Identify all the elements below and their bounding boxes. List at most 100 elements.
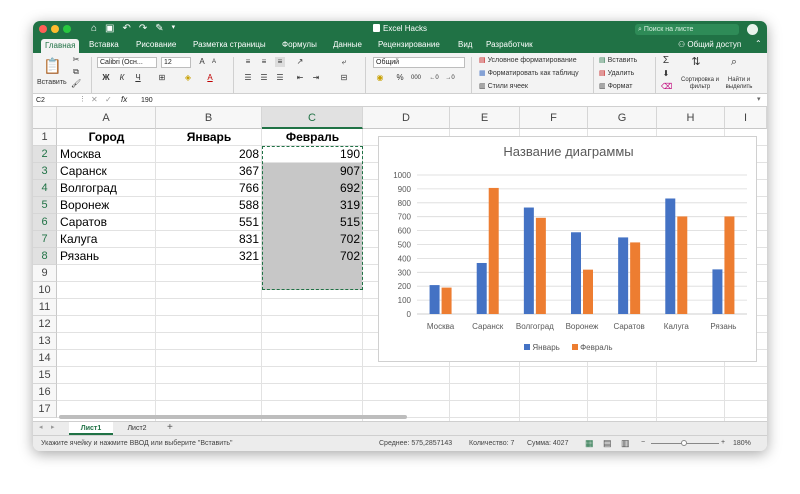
normal-view-icon[interactable]: ▦ xyxy=(585,438,594,449)
row-header-11[interactable]: 11 xyxy=(33,299,57,316)
next-sheet-icon[interactable]: ▸ xyxy=(51,423,55,431)
spreadsheet-grid[interactable]: ABCDEFGHI 1 2 3 4 5 6 7 8 9 10 11 12 13 14 15 16 17 Горо… xyxy=(33,107,767,421)
share-button[interactable]: ⚇ Общий доступ xyxy=(678,40,741,49)
borders-icon[interactable]: ⊞ xyxy=(157,73,167,83)
sort-filter-button[interactable]: Сортировка и фильтр xyxy=(681,77,719,91)
bar-january-4[interactable] xyxy=(571,232,581,314)
column-header-b[interactable]: B xyxy=(156,107,262,129)
cell-a4[interactable]: Волгоград xyxy=(57,180,156,197)
tab-insert[interactable]: Вставка xyxy=(89,40,119,49)
delete-cells-button[interactable]: ▤ Удалить xyxy=(599,69,634,77)
sheet-tab-1[interactable]: Лист1 xyxy=(69,422,113,435)
expand-formula-icon[interactable]: ▾ xyxy=(757,95,761,103)
status-sum[interactable]: Сумма: 4027 xyxy=(527,440,568,447)
cut-icon[interactable]: ✂ xyxy=(71,55,81,65)
row-header-6[interactable]: 6 xyxy=(33,214,57,231)
fill-icon[interactable]: ⬇ xyxy=(661,69,671,79)
percent-format-icon[interactable]: % xyxy=(395,73,405,83)
indent-increase-icon[interactable]: ⇥ xyxy=(311,73,321,83)
bar-january-3[interactable] xyxy=(523,207,534,314)
currency-format-icon[interactable]: ◉ xyxy=(375,73,385,83)
bar-february-3[interactable] xyxy=(535,217,546,314)
underline-button[interactable]: Ч xyxy=(133,73,143,83)
row-header-15[interactable]: 15 xyxy=(33,367,57,384)
format-as-table-button[interactable]: ▦ Форматировать как таблицу xyxy=(479,69,579,77)
cell-a8[interactable]: Рязань xyxy=(57,248,156,265)
bar-january-5[interactable] xyxy=(618,237,629,314)
align-top-icon[interactable]: ≡ xyxy=(243,57,253,67)
add-sheet-icon[interactable]: + xyxy=(167,422,173,433)
zoom-level[interactable]: 180% xyxy=(733,440,751,447)
bar-january-7[interactable] xyxy=(712,269,723,314)
column-header-h[interactable]: H xyxy=(657,107,725,129)
cell-a5[interactable]: Воронеж xyxy=(57,197,156,214)
row-header-2[interactable]: 2 xyxy=(33,146,57,163)
insert-cells-button[interactable]: ▤ Вставить xyxy=(599,56,637,64)
chart[interactable]: Название диаграммы 0 100 200 300 400 500 600 70… xyxy=(378,136,757,362)
paste-button-label[interactable]: Вставить xyxy=(37,79,67,86)
copy-icon[interactable]: ⧉ xyxy=(71,67,81,77)
row-header-16[interactable]: 16 xyxy=(33,384,57,401)
cell-b6[interactable]: 551 xyxy=(156,214,262,231)
prev-sheet-icon[interactable]: ◂ xyxy=(39,423,43,431)
chart-legend[interactable]: Январь Февраль xyxy=(379,343,758,352)
cell-b4[interactable]: 766 xyxy=(156,180,262,197)
zoom-out-icon[interactable]: − xyxy=(641,439,645,446)
tab-draw[interactable]: Рисование xyxy=(136,40,176,49)
row-header-3[interactable]: 3 xyxy=(33,163,57,180)
header-cell-c[interactable]: Февраль xyxy=(262,129,363,146)
page-break-view-icon[interactable]: ▥ xyxy=(621,438,630,449)
format-cells-button[interactable]: ▥ Формат xyxy=(599,82,632,90)
align-bottom-icon[interactable]: ≡ xyxy=(275,57,285,67)
fx-icon[interactable]: fx xyxy=(121,95,127,104)
select-all-corner[interactable] xyxy=(33,107,57,129)
merge-cells-icon[interactable]: ⊟ xyxy=(339,73,349,83)
tab-view[interactable]: Вид xyxy=(458,40,472,49)
cell-b5[interactable]: 588 xyxy=(156,197,262,214)
cell-b2[interactable]: 208 xyxy=(156,146,262,163)
row-header-14[interactable]: 14 xyxy=(33,350,57,367)
column-header-g[interactable]: G xyxy=(588,107,657,129)
cell-a6[interactable]: Саратов xyxy=(57,214,156,231)
paste-icon[interactable]: 📋 xyxy=(43,58,62,76)
decrease-decimal-icon[interactable]: →0 xyxy=(445,73,455,83)
bar-february-2[interactable] xyxy=(488,187,499,314)
tab-page-layout[interactable]: Разметка страницы xyxy=(193,40,266,49)
align-middle-icon[interactable]: ≡ xyxy=(259,57,269,67)
row-header-7[interactable]: 7 xyxy=(33,231,57,248)
conditional-formatting-button[interactable]: ▤ Условное форматирование xyxy=(479,56,577,64)
row-header-9[interactable]: 9 xyxy=(33,265,57,282)
horizontal-scrollbar[interactable] xyxy=(59,415,407,419)
tab-home[interactable]: Главная xyxy=(41,39,80,53)
align-left-icon[interactable]: ☰ xyxy=(243,73,253,83)
clear-icon[interactable]: ⌫ xyxy=(661,82,672,92)
cell-b8[interactable]: 321 xyxy=(156,248,262,265)
decrease-font-icon[interactable]: A xyxy=(209,57,219,67)
cell-a7[interactable]: Калуга xyxy=(57,231,156,248)
bar-january-1[interactable] xyxy=(429,285,440,314)
italic-button[interactable]: К xyxy=(117,73,127,83)
align-center-icon[interactable]: ☰ xyxy=(259,73,269,83)
increase-font-icon[interactable]: A xyxy=(197,57,207,67)
formula-input[interactable]: 190 xyxy=(141,95,153,106)
column-header-e[interactable]: E xyxy=(450,107,520,129)
bold-button[interactable]: Ж xyxy=(101,73,111,83)
indent-decrease-icon[interactable]: ⇤ xyxy=(295,73,305,83)
font-name-select[interactable]: Calibri (Осн... xyxy=(97,57,157,68)
cell-a2[interactable]: Москва xyxy=(57,146,156,163)
tab-data[interactable]: Данные xyxy=(333,40,362,49)
chevron-down-icon[interactable]: ⋮ xyxy=(79,95,86,103)
font-size-select[interactable]: 12 xyxy=(161,57,191,68)
orientation-icon[interactable]: ↗ xyxy=(295,57,305,67)
thousands-separator-icon[interactable]: 000 xyxy=(411,73,421,83)
sort-filter-icon[interactable]: ⇅ xyxy=(691,57,701,68)
font-color-icon[interactable]: A xyxy=(205,73,215,83)
confirm-formula-icon[interactable]: ✓ xyxy=(105,95,112,104)
name-box[interactable]: C2 xyxy=(36,95,76,106)
row-header-10[interactable]: 10 xyxy=(33,282,57,299)
find-select-icon[interactable]: ⌕ xyxy=(729,57,739,68)
column-header-c[interactable]: C xyxy=(262,107,363,129)
column-header-a[interactable]: A xyxy=(57,107,156,129)
bar-january-2[interactable] xyxy=(476,262,487,314)
row-header-5[interactable]: 5 xyxy=(33,197,57,214)
